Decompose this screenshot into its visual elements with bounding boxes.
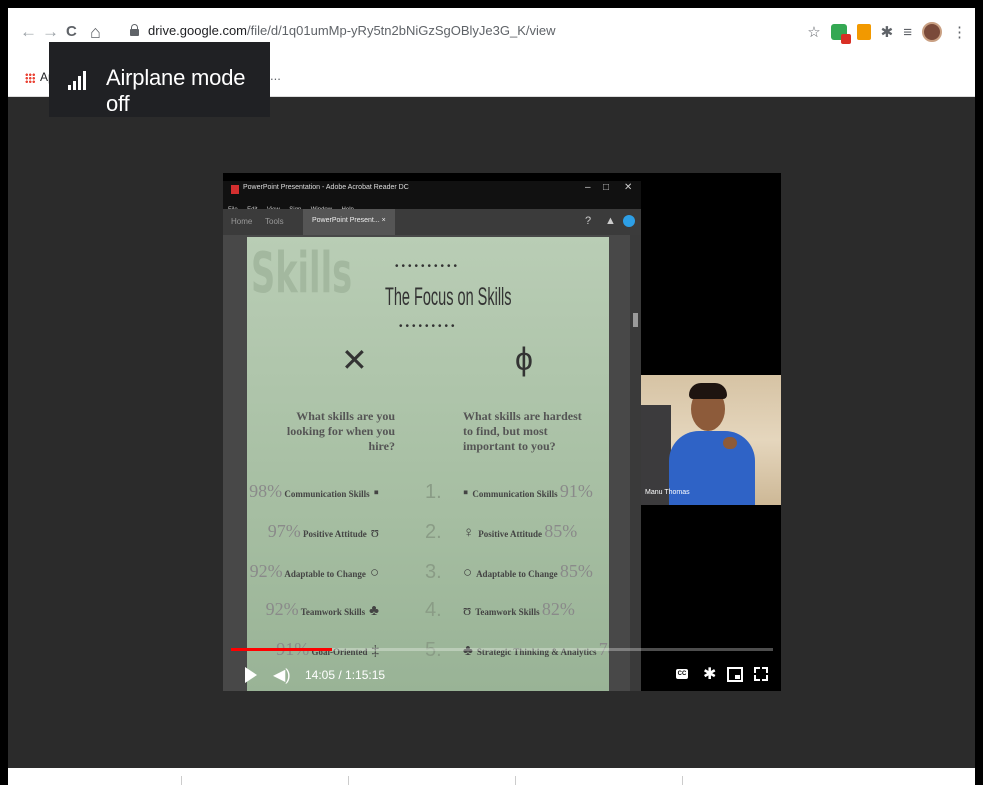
reading-list-icon[interactable]: ≡	[903, 24, 912, 41]
presenter-hand	[723, 437, 737, 449]
extension-bag-icon[interactable]	[856, 24, 871, 40]
right-question: What skills are hardest to find, but mos…	[463, 409, 582, 453]
tab-home: Home	[231, 217, 253, 226]
title-dots-top: ••••••••••	[395, 261, 461, 272]
captions-button[interactable]: CC	[676, 669, 688, 679]
bell-icon: ▲	[605, 215, 616, 227]
acrobat-tabs: Home Tools PowerPoint Present... × ? ▲	[223, 209, 641, 235]
slide-background-word: Skills	[251, 241, 353, 306]
profile-avatar[interactable]	[922, 22, 942, 42]
acrobat-title: PowerPoint Presentation - Adobe Acrobat …	[243, 184, 409, 191]
tab-tools: Tools	[265, 217, 284, 226]
video-player[interactable]: PowerPoint Presentation - Adobe Acrobat …	[223, 173, 781, 691]
reload-icon[interactable]: C	[66, 22, 77, 42]
rank-4: 4.	[425, 599, 442, 621]
extensions-puzzle-icon[interactable]: ✱	[881, 23, 894, 41]
help-icon: ?	[585, 215, 592, 227]
tab-document: PowerPoint Present... ×	[303, 209, 395, 235]
extension-shield-icon[interactable]	[830, 24, 851, 44]
airplane-mode-toast: Airplane mode off	[49, 42, 270, 117]
forward-icon[interactable]: →	[42, 22, 59, 42]
tools-icon: ✕	[341, 342, 368, 378]
left-row-3: 92% Adaptable to Change ○	[249, 561, 379, 581]
tab-document-label: PowerPoint Present... ×	[312, 217, 386, 224]
slide-title: The Focus on Skills	[385, 283, 512, 311]
play-icon[interactable]	[245, 667, 257, 683]
acrobat-titlebar: PowerPoint Presentation - Adobe Acrobat …	[223, 181, 641, 197]
bookmark-star-icon[interactable]: ☆	[807, 23, 820, 41]
rank-2: 2.	[425, 521, 442, 543]
document-scrollbar	[630, 235, 641, 691]
right-row-3: ○ Adaptable to Change 85%	[463, 561, 593, 581]
magnifier-icon: ϕ	[515, 341, 533, 377]
fullscreen-icon[interactable]	[754, 667, 768, 681]
account-icon	[623, 215, 635, 227]
settings-gear-icon[interactable]: ✱	[703, 664, 716, 684]
title-dots-bottom: •••••••••	[399, 321, 458, 332]
acrobat-menubar: File Edit View Sign Window Help	[223, 197, 641, 213]
apps-grid-icon[interactable]	[25, 73, 35, 83]
lock-icon	[130, 24, 139, 36]
url-domain: drive.google.com	[148, 23, 247, 38]
maximize-icon: □	[603, 182, 610, 193]
toolbar-icons: ☆ ✱ ≡ ⋮	[807, 20, 967, 44]
webcam-name-label: Manu Thomas	[645, 489, 690, 496]
acrobat-icon	[231, 185, 239, 194]
toast-text: Airplane mode off	[106, 65, 246, 116]
webcam-feed: Manu Thomas	[641, 375, 781, 505]
right-row-4: ʊ Teamwork Skills 82%	[463, 599, 575, 619]
left-row-1: 98% Communication Skills ▪	[249, 481, 379, 501]
volume-icon[interactable]: ◀)	[273, 665, 291, 685]
chrome-menu-icon[interactable]: ⋮	[952, 23, 967, 41]
minimize-icon: –	[585, 182, 591, 193]
signal-icon	[68, 70, 88, 90]
right-row-1: ▪ Communication Skills 91%	[463, 481, 593, 501]
bottom-strip	[8, 768, 975, 785]
document-scroll-thumb	[633, 313, 638, 327]
progress-bar[interactable]	[231, 648, 773, 651]
rank-1: 1.	[425, 481, 442, 503]
back-icon[interactable]: ←	[20, 22, 37, 42]
home-icon[interactable]: ⌂	[90, 22, 101, 42]
close-icon: ✕	[624, 182, 633, 193]
left-row-4: 92% Teamwork Skills ♣	[265, 599, 379, 619]
miniplayer-icon[interactable]	[727, 667, 743, 682]
left-row-2: 97% Positive Attitude ʊ	[267, 521, 379, 541]
url-path: /file/d/1q01umMp-yRy5tn2bNiGzSgOBlyJe3G_…	[247, 23, 556, 38]
presenter-hair	[689, 383, 727, 399]
screen: ← → C ⌂ drive.google.com/file/d/1q01umMp…	[8, 8, 975, 785]
time-display: 14:05 / 1:15:15	[305, 668, 386, 682]
progress-fill	[231, 648, 333, 651]
shared-screen: PowerPoint Presentation - Adobe Acrobat …	[223, 173, 641, 691]
bookmark-overflow[interactable]: ...	[270, 68, 281, 83]
url-text: drive.google.com/file/d/1q01umMp-yRy5tn2…	[148, 23, 556, 38]
slide-page: Skills •••••••••• The Focus on Skills ••…	[247, 237, 609, 691]
right-row-2: ♀ Positive Attitude 85%	[463, 521, 578, 541]
rank-3: 3.	[425, 561, 442, 583]
left-question: What skills are you looking for when you…	[286, 409, 395, 453]
